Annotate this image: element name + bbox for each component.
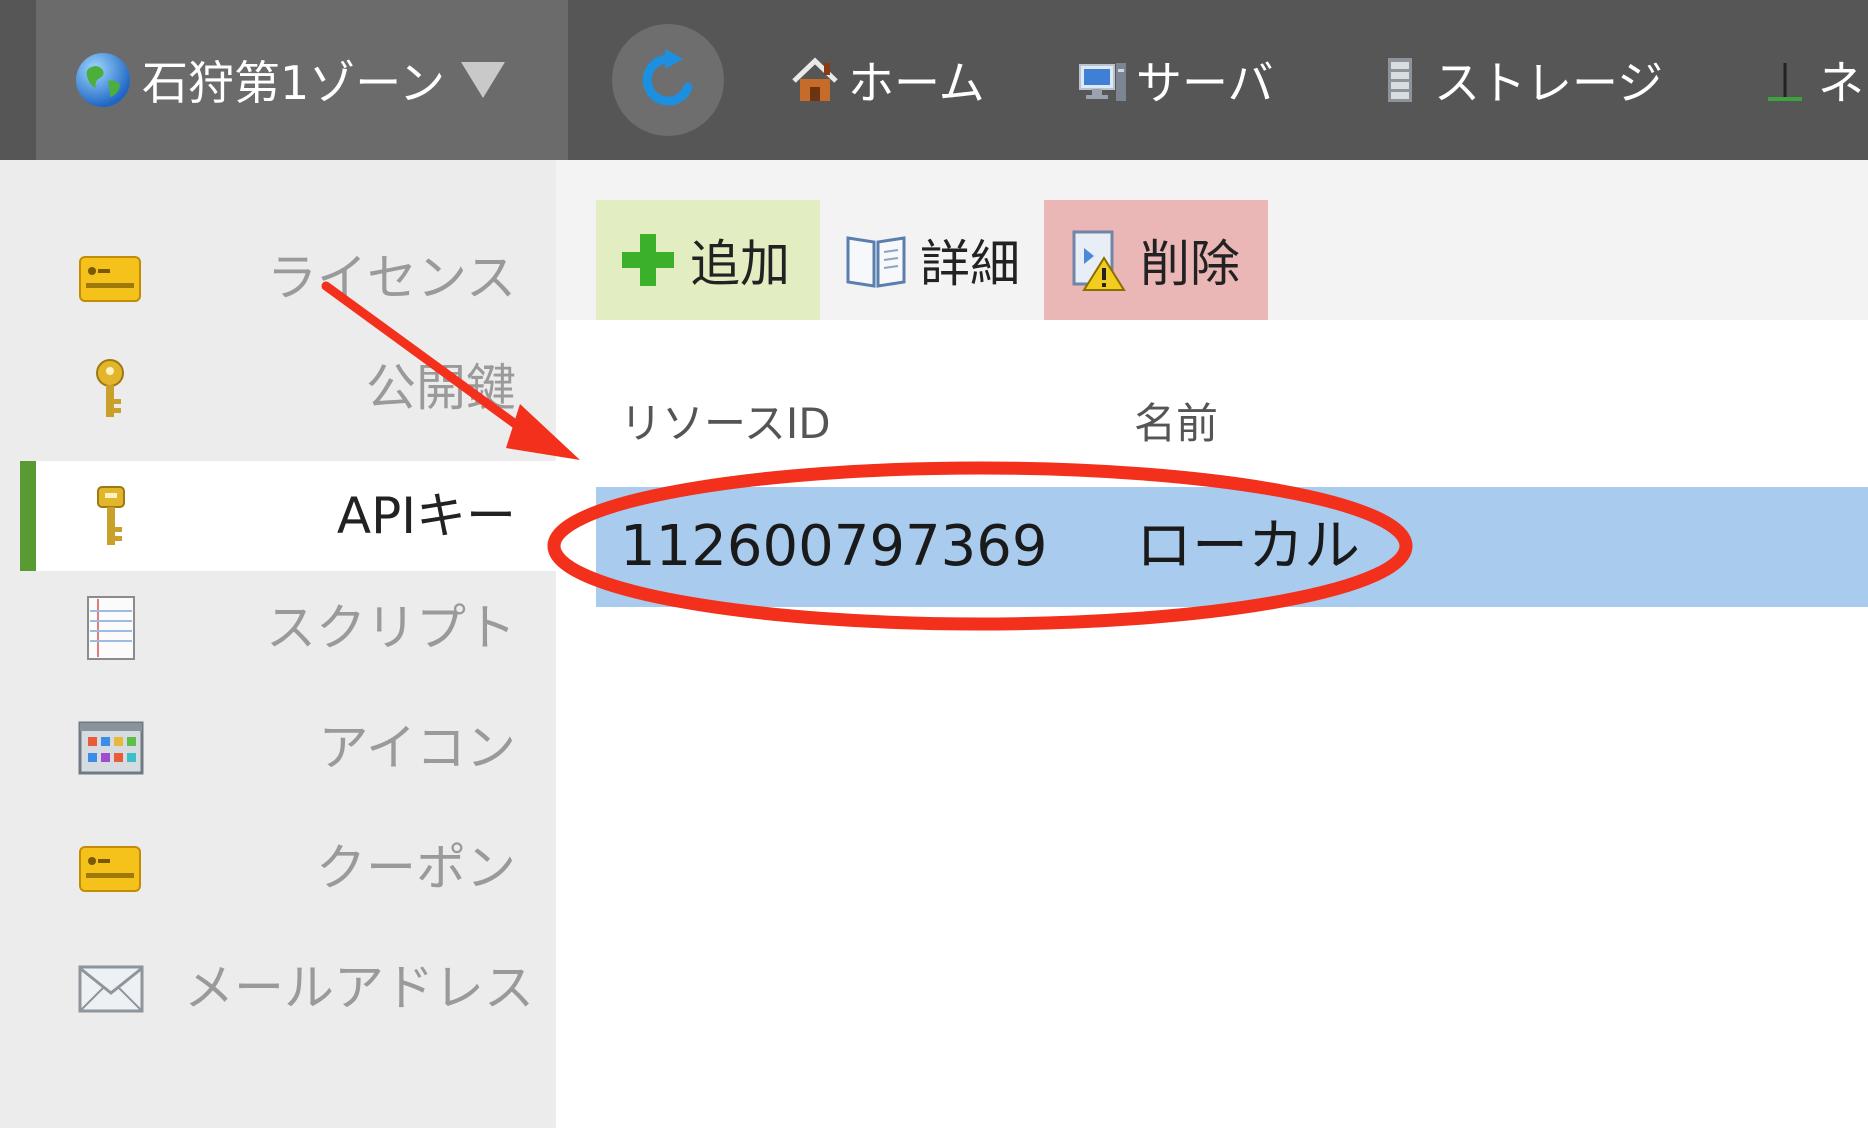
envelope-icon bbox=[78, 965, 144, 1013]
nav-server[interactable]: サーバ bbox=[1078, 0, 1274, 160]
sidebar-item-mail-address[interactable]: メールアドレス bbox=[20, 933, 556, 1043]
cell-name: ローカル bbox=[1136, 514, 1360, 579]
script-document-icon bbox=[87, 596, 135, 660]
column-header-resource-id[interactable]: リソースID bbox=[620, 390, 831, 451]
sidebar-item-label: APIキー bbox=[336, 487, 516, 545]
sidebar: ライセンス 公開鍵 APIキー スクリプト アイコン クーポン メールアドレス bbox=[0, 160, 556, 1128]
sidebar-item-label: クーポン bbox=[316, 839, 516, 897]
zone-label: 石狩第1ゾーン bbox=[142, 56, 445, 110]
storage-icon bbox=[1388, 58, 1412, 102]
sidebar-item-coupon[interactable]: クーポン bbox=[20, 813, 556, 923]
sidebar-item-label: ライセンス bbox=[267, 249, 516, 307]
nav-storage-label: ストレージ bbox=[1434, 56, 1664, 110]
sidebar-item-api-key[interactable]: APIキー bbox=[20, 461, 556, 571]
server-icon bbox=[1079, 63, 1126, 101]
sidebar-item-label: メールアドレス bbox=[184, 959, 534, 1017]
chevron-down-icon bbox=[460, 62, 505, 98]
home-icon bbox=[792, 57, 838, 101]
sidebar-item-label: 公開鍵 bbox=[366, 359, 516, 417]
coupon-card-icon bbox=[79, 846, 141, 892]
network-icon bbox=[1768, 63, 1802, 101]
nav-server-label: サーバ bbox=[1136, 56, 1274, 110]
plus-icon bbox=[622, 234, 674, 286]
sidebar-item-public-key[interactable]: 公開鍵 bbox=[20, 333, 556, 443]
delete-button[interactable]: 削除 bbox=[1044, 200, 1268, 320]
sidebar-item-icon[interactable]: アイコン bbox=[20, 693, 556, 803]
add-button[interactable]: 追加 bbox=[596, 200, 820, 320]
key-icon bbox=[96, 359, 124, 417]
nav-storage[interactable]: ストレージ bbox=[1376, 0, 1663, 160]
nav-network-label: ネ bbox=[1818, 56, 1864, 110]
add-button-label: 追加 bbox=[690, 235, 790, 293]
sidebar-item-license[interactable]: ライセンス bbox=[20, 223, 556, 333]
detail-button[interactable]: 詳細 bbox=[840, 200, 1030, 320]
license-card-icon bbox=[79, 256, 141, 302]
sidebar-item-label: スクリプト bbox=[266, 599, 516, 657]
sidebar-item-label: アイコン bbox=[318, 719, 517, 777]
detail-button-label: 詳細 bbox=[920, 235, 1020, 293]
zone-selector[interactable]: 石狩第1ゾーン bbox=[36, 0, 568, 160]
delete-warning-icon bbox=[1072, 230, 1126, 291]
top-navigation-bar: 石狩第1ゾーン ホーム サーバ ストレージ ネ bbox=[0, 0, 1868, 160]
nav-home-label: ホーム bbox=[848, 56, 985, 110]
column-header-name[interactable]: 名前 bbox=[1134, 390, 1218, 451]
cell-resource-id: 112600797369 bbox=[620, 514, 1048, 579]
book-icon bbox=[846, 236, 906, 288]
sidebar-item-script[interactable]: スクリプト bbox=[20, 573, 556, 683]
delete-button-label: 削除 bbox=[1140, 235, 1240, 293]
nav-network[interactable]: ネ bbox=[1760, 0, 1864, 160]
refresh-button[interactable] bbox=[612, 24, 724, 136]
icon-grid-icon bbox=[78, 721, 144, 775]
refresh-icon bbox=[642, 49, 693, 106]
nav-home[interactable]: ホーム bbox=[790, 0, 985, 160]
toolbar: 追加 詳細 削除 bbox=[556, 160, 1868, 320]
key-icon bbox=[97, 486, 125, 545]
globe-icon bbox=[76, 53, 130, 107]
table-row[interactable]: 112600797369 ローカル bbox=[596, 487, 1868, 607]
